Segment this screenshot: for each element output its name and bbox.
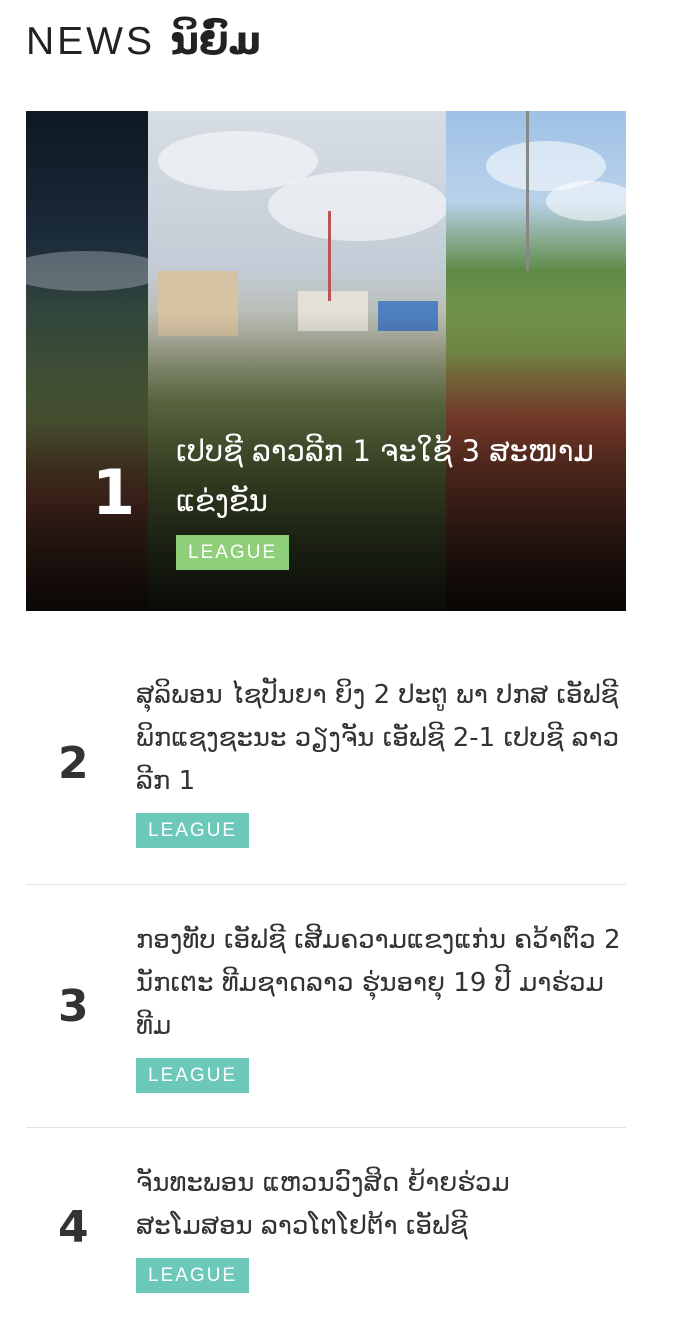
featured-article-title[interactable]: ເປບຊີ ລາວລີກ 1 ຈະໃຊ້ 3 ສະໜາມແຂ່ງຂັນ xyxy=(176,426,596,526)
list-item-rank: 4 xyxy=(58,1202,89,1253)
featured-article-card[interactable]: 1 ເປບຊີ ລາວລີກ 1 ຈະໃຊ້ 3 ສະໜາມແຂ່ງຂັນ LE… xyxy=(26,111,626,611)
category-badge[interactable]: LEAGUE xyxy=(136,1258,250,1293)
section-title-en: NEWS xyxy=(26,20,155,63)
list-item[interactable]: 3 ກອງທັບ ເອັຟຊີ ເສີມຄວາມແຂງແກ່ນ ຄວ້າຕົວ … xyxy=(26,885,626,1128)
list-item-rank: 3 xyxy=(58,981,89,1032)
category-badge[interactable]: LEAGUE xyxy=(136,1058,250,1093)
list-item-title[interactable]: ກອງທັບ ເອັຟຊີ ເສີມຄວາມແຂງແກ່ນ ຄວ້າຕົວ 2 … xyxy=(136,919,626,1048)
news-list: 2 ສຸລິພອນ ໄຊປັນຍາ ຍິງ 2 ປະຕູ ພາ ປກສ ເອັຟ… xyxy=(26,652,626,1318)
list-item[interactable]: 2 ສຸລິພອນ ໄຊປັນຍາ ຍິງ 2 ປະຕູ ພາ ປກສ ເອັຟ… xyxy=(26,652,626,885)
section-header: NEWS ນິຍົມ xyxy=(26,18,261,66)
featured-rank-number: 1 xyxy=(92,456,136,529)
list-item-rank: 2 xyxy=(58,738,89,789)
section-title-lo: ນິຍົມ xyxy=(170,19,262,64)
list-item[interactable]: 4 ຈັນທະພອນ ແຫວນວົງສິດ ຍ້າຍຮ່ວມ ສະໂມສອນ ລ… xyxy=(26,1128,626,1318)
category-badge[interactable]: LEAGUE xyxy=(136,813,250,848)
featured-category-badge[interactable]: LEAGUE xyxy=(176,535,290,570)
list-item-title[interactable]: ຈັນທະພອນ ແຫວນວົງສິດ ຍ້າຍຮ່ວມ ສະໂມສອນ ລາວ… xyxy=(136,1162,626,1248)
list-item-title[interactable]: ສຸລິພອນ ໄຊປັນຍາ ຍິງ 2 ປະຕູ ພາ ປກສ ເອັຟຊີ… xyxy=(136,674,626,803)
